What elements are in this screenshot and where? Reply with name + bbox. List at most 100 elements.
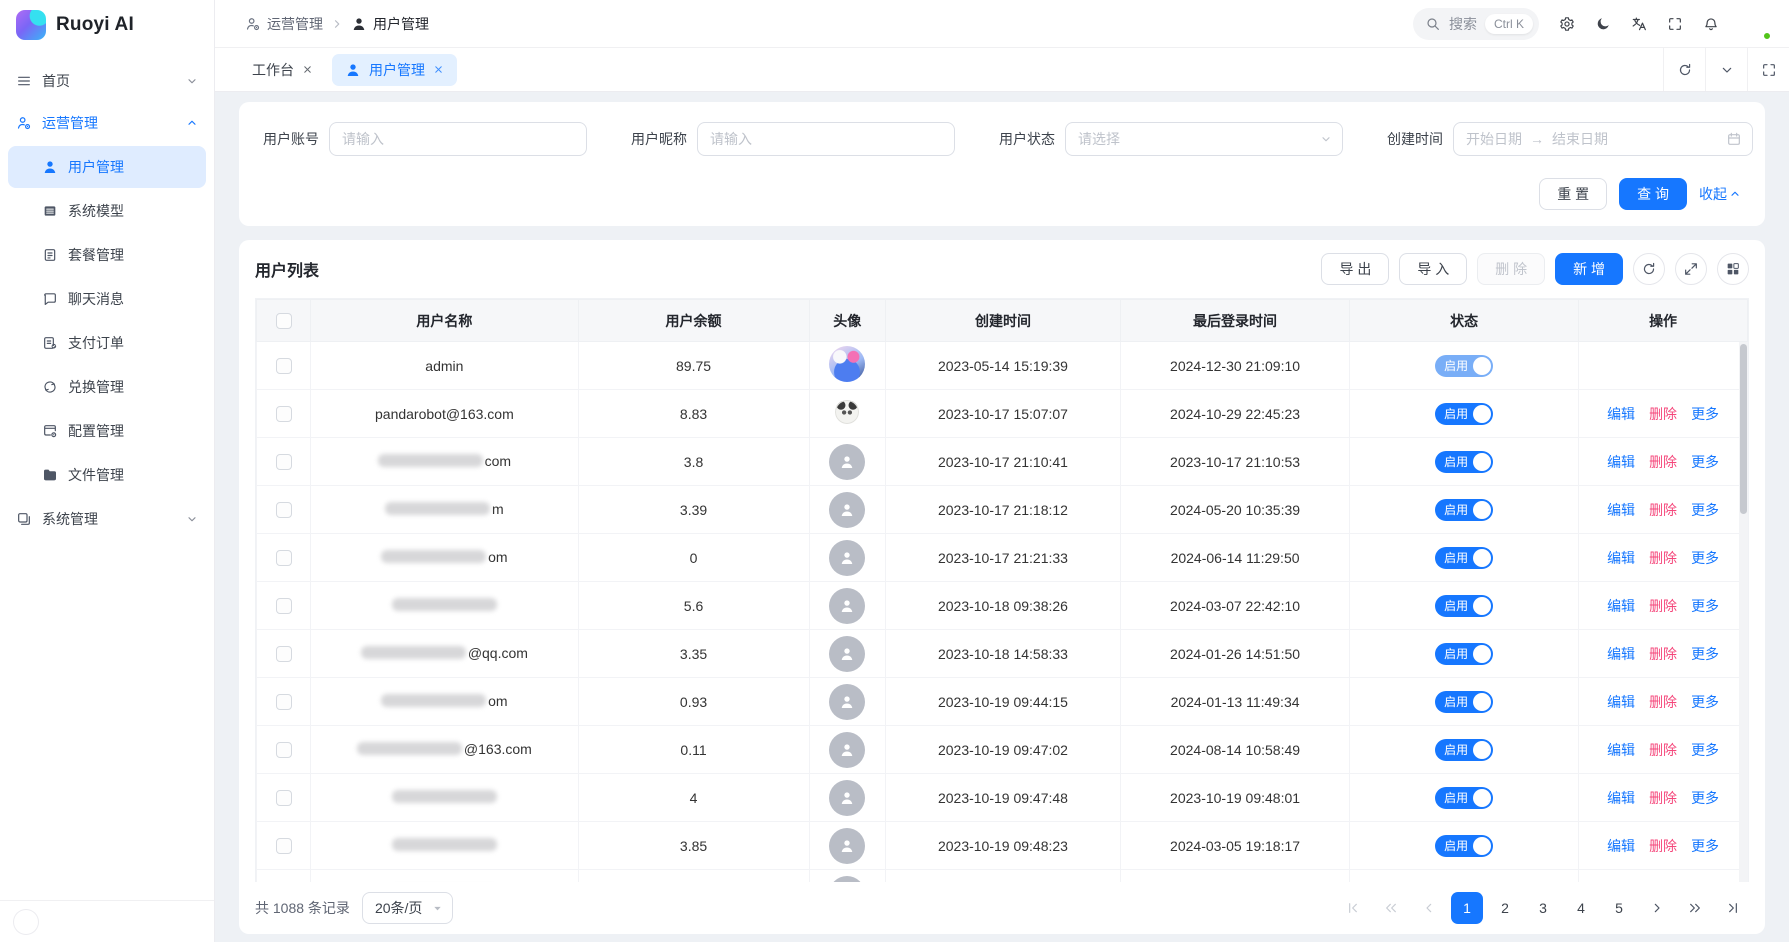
row-checkbox[interactable] <box>276 838 292 854</box>
more-link[interactable]: 更多 <box>1691 694 1719 710</box>
edit-link[interactable]: 编辑 <box>1607 598 1635 614</box>
delete-link[interactable]: 删除 <box>1649 790 1677 806</box>
next-page-button[interactable] <box>1641 892 1673 924</box>
scrollbar-thumb[interactable] <box>1740 344 1747 514</box>
row-checkbox[interactable] <box>276 742 292 758</box>
more-link[interactable]: 更多 <box>1691 406 1719 422</box>
content-fullscreen-button[interactable] <box>1747 48 1789 91</box>
row-checkbox[interactable] <box>276 454 292 470</box>
delete-link[interactable]: 删除 <box>1649 646 1677 662</box>
delete-link[interactable]: 删除 <box>1649 838 1677 854</box>
status-toggle[interactable]: 启用 <box>1435 739 1493 761</box>
gear-icon[interactable] <box>1559 16 1575 32</box>
delete-button[interactable]: 删 除 <box>1477 253 1545 285</box>
sidebar-item-system-model[interactable]: 系统模型 <box>8 190 206 232</box>
create-time-range-picker[interactable]: 开始日期→结束日期 <box>1453 122 1753 156</box>
fullscreen-icon[interactable] <box>1667 16 1683 32</box>
sidebar-item-file-management[interactable]: 文件管理 <box>8 454 206 496</box>
first-page-button[interactable] <box>1337 892 1369 924</box>
global-search-button[interactable]: 搜索 Ctrl K <box>1413 8 1539 40</box>
jump-forward-button[interactable] <box>1679 892 1711 924</box>
column-settings-button[interactable] <box>1717 253 1749 285</box>
edit-link[interactable]: 编辑 <box>1607 502 1635 518</box>
user-nickname-input[interactable] <box>697 122 955 156</box>
tab-user-management[interactable]: 用户管理 <box>332 54 457 86</box>
status-toggle[interactable]: 启用 <box>1435 643 1493 665</box>
page-number-2[interactable]: 2 <box>1489 892 1521 924</box>
vertical-scrollbar[interactable] <box>1739 342 1748 882</box>
more-link[interactable]: 更多 <box>1691 550 1719 566</box>
status-toggle[interactable]: 启用 <box>1435 691 1493 713</box>
status-toggle[interactable]: 启用 <box>1435 403 1493 425</box>
export-button[interactable]: 导 出 <box>1321 253 1389 285</box>
table-refresh-button[interactable] <box>1633 253 1665 285</box>
page-size-select[interactable]: 20条/页 <box>362 892 453 924</box>
page-number-1[interactable]: 1 <box>1451 892 1483 924</box>
sidebar-item-home[interactable]: 首页 <box>0 60 214 102</box>
table-fullscreen-button[interactable] <box>1675 253 1707 285</box>
more-link[interactable]: 更多 <box>1691 598 1719 614</box>
tab-refresh-button[interactable] <box>1663 48 1705 91</box>
more-link[interactable]: 更多 <box>1691 742 1719 758</box>
user-status-select[interactable]: 请选择 <box>1065 122 1343 156</box>
row-checkbox[interactable] <box>276 358 292 374</box>
search-button[interactable]: 查 询 <box>1619 178 1687 210</box>
prev-page-button[interactable] <box>1413 892 1445 924</box>
edit-link[interactable]: 编辑 <box>1607 790 1635 806</box>
more-link[interactable]: 更多 <box>1691 790 1719 806</box>
delete-link[interactable]: 删除 <box>1649 598 1677 614</box>
edit-link[interactable]: 编辑 <box>1607 454 1635 470</box>
collapse-filter-link[interactable]: 收起 <box>1699 184 1741 204</box>
reset-button[interactable]: 重 置 <box>1539 178 1607 210</box>
delete-link[interactable]: 删除 <box>1649 454 1677 470</box>
more-link[interactable]: 更多 <box>1691 502 1719 518</box>
edit-link[interactable]: 编辑 <box>1607 646 1635 662</box>
sidebar-item-config-management[interactable]: 配置管理 <box>8 410 206 452</box>
sidebar-item-chat-messages[interactable]: 聊天消息 <box>8 278 206 320</box>
status-toggle[interactable]: 启用 <box>1435 355 1493 377</box>
sidebar-item-system[interactable]: 系统管理 <box>0 498 214 540</box>
row-checkbox[interactable] <box>276 790 292 806</box>
jump-back-button[interactable] <box>1375 892 1407 924</box>
status-toggle[interactable]: 启用 <box>1435 595 1493 617</box>
edit-link[interactable]: 编辑 <box>1607 550 1635 566</box>
delete-link[interactable]: 删除 <box>1649 742 1677 758</box>
select-all-checkbox[interactable] <box>276 313 292 329</box>
delete-link[interactable]: 删除 <box>1649 550 1677 566</box>
status-toggle[interactable]: 启用 <box>1435 547 1493 569</box>
page-number-5[interactable]: 5 <box>1603 892 1635 924</box>
delete-link[interactable]: 删除 <box>1649 406 1677 422</box>
sidebar-item-package-management[interactable]: 套餐管理 <box>8 234 206 276</box>
sidebar-item-user-management[interactable]: 用户管理 <box>8 146 206 188</box>
page-number-4[interactable]: 4 <box>1565 892 1597 924</box>
row-checkbox[interactable] <box>276 550 292 566</box>
edit-link[interactable]: 编辑 <box>1607 742 1635 758</box>
more-link[interactable]: 更多 <box>1691 838 1719 854</box>
import-button[interactable]: 导 入 <box>1399 253 1467 285</box>
sidebar-collapse-button[interactable] <box>14 910 38 934</box>
status-toggle[interactable]: 启用 <box>1435 499 1493 521</box>
close-icon[interactable] <box>302 64 313 75</box>
edit-link[interactable]: 编辑 <box>1607 406 1635 422</box>
edit-link[interactable]: 编辑 <box>1607 694 1635 710</box>
sidebar-item-payment-orders[interactable]: 支付订单 <box>8 322 206 364</box>
page-number-3[interactable]: 3 <box>1527 892 1559 924</box>
notification-bell-icon[interactable] <box>1703 16 1719 32</box>
status-toggle[interactable]: 启用 <box>1435 451 1493 473</box>
status-toggle[interactable]: 启用 <box>1435 787 1493 809</box>
tab-workbench[interactable]: 工作台 <box>239 54 326 86</box>
row-checkbox[interactable] <box>276 694 292 710</box>
edit-link[interactable]: 编辑 <box>1607 838 1635 854</box>
add-button[interactable]: 新 增 <box>1555 253 1623 285</box>
row-checkbox[interactable] <box>276 598 292 614</box>
last-page-button[interactable] <box>1717 892 1749 924</box>
sidebar-item-exchange-management[interactable]: 兑换管理 <box>8 366 206 408</box>
row-checkbox[interactable] <box>276 646 292 662</box>
breadcrumb-item-user-management[interactable]: 用户管理 <box>351 14 429 34</box>
delete-link[interactable]: 删除 <box>1649 694 1677 710</box>
row-checkbox[interactable] <box>276 502 292 518</box>
language-translate-icon[interactable] <box>1631 16 1647 32</box>
row-checkbox[interactable] <box>276 406 292 422</box>
breadcrumb-item-operations[interactable]: 运营管理 <box>245 14 323 34</box>
user-account-input[interactable] <box>329 122 587 156</box>
